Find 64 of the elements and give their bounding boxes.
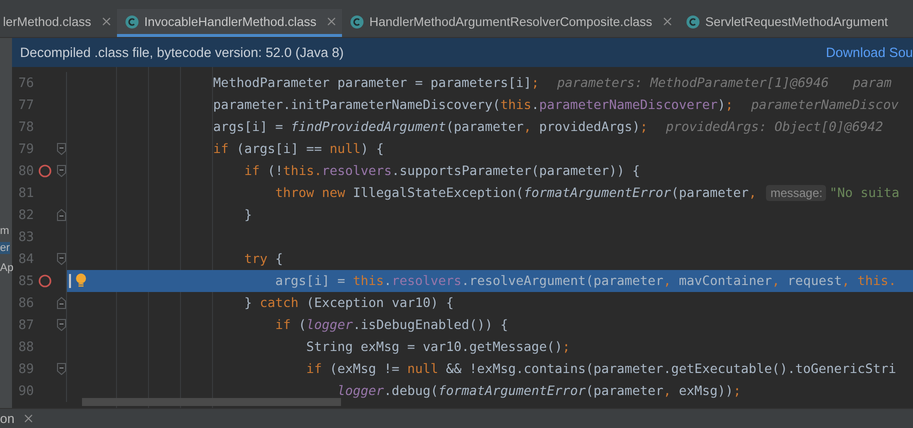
inline-value-hint: parameters: MethodParameter[1]@6946 [557,76,829,90]
close-icon[interactable] [102,17,112,26]
notice-text: Decompiled .class file, bytecode version: 52.0 (Java 8) [20,45,344,60]
code-text: logger.debug(formatArgumentError(parameter, exMsg)); [336,384,741,398]
line-number: 82 [17,208,34,222]
class-icon [125,14,140,28]
panel-text: Ap [0,262,14,274]
line-number: 89 [17,362,34,376]
line-number: 83 [17,230,34,244]
close-icon[interactable] [327,17,336,26]
fold-icon[interactable] [56,297,66,309]
code-text: parameter.initParameterNameDiscovery(this.parameterNameDiscoverer); [212,98,734,112]
line-number: 78 [17,120,34,134]
code-text: if (!this.resolvers.supportsParameter(parameter)) { [243,164,640,178]
line-number: 85 [17,274,34,288]
fold-icon[interactable] [56,209,66,221]
code-text: try { [243,252,284,266]
fold-icon[interactable] [56,319,66,331]
inline-value-hint: providedArgs: Object[0]@6942 [666,120,884,134]
line-number: 77 [17,98,34,112]
close-icon[interactable] [663,17,672,26]
editor-tab[interactable]: ServletRequestMethodArgument [678,9,894,37]
fold-icon[interactable] [56,363,66,375]
fold-icon[interactable] [56,253,66,265]
editor-tab[interactable]: HandlerMethodArgumentResolverComposite.class [342,9,678,37]
line-number: 88 [17,340,34,354]
panel-text: er [0,242,10,254]
download-link[interactable]: Download Sou [826,45,913,60]
editor-tab[interactable]: InvocableHandlerMethod.class [117,9,342,37]
line-number: 86 [17,296,34,310]
class-icon [350,14,364,28]
close-icon[interactable] [24,414,34,423]
line-number: 81 [17,186,34,200]
line-number: 80 [17,164,34,178]
scrollbar-thumb[interactable] [82,398,341,406]
line-number: 76 [17,76,34,90]
line-number: 90 [17,384,34,398]
inline-value-hint: parameterNameDiscov [751,98,899,112]
editor-tab[interactable]: lerMethod.class [0,9,118,37]
breakpoint-icon[interactable] [38,164,52,178]
line-number: 84 [17,252,34,266]
fold-icon[interactable] [56,143,66,155]
line-number: 87 [17,318,34,332]
inline-value-hint: param [852,76,892,90]
code-text: if (logger.isDebugEnabled()) { [274,318,508,332]
code-text: String exMsg = var10.getMessage(); [305,340,570,354]
panel-text: m [0,225,10,237]
code-text: args[i] = findProvidedArgument(parameter, providedArgs); [212,120,648,134]
class-icon [686,14,700,28]
tool-tab[interactable]: on [0,411,14,426]
code-text: MethodParameter parameter = parameters[i]; [212,76,540,90]
line-number: 79 [17,142,34,156]
breakpoint-icon[interactable] [38,274,52,288]
code-text: } [243,208,252,222]
parameter-hint: message: [766,185,826,201]
code-text: if (exMsg != null && !exMsg.contains(parameter.getExecutable().toGenericStri [305,362,896,376]
code-text: if (args[i] == null) { [212,142,384,156]
code-text: "No suita [829,186,900,200]
code-text: args[i] = this.resolvers.resolveArgument(parameter, mavContainer, request, this. [274,274,896,288]
code-text: throw new IllegalStateException(formatArgumentError(parameter, [274,186,756,200]
fold-icon[interactable] [56,165,66,177]
code-text: } catch (Exception var10) { [243,296,454,310]
lightbulb-icon[interactable] [75,273,87,288]
text-caret [69,274,71,288]
